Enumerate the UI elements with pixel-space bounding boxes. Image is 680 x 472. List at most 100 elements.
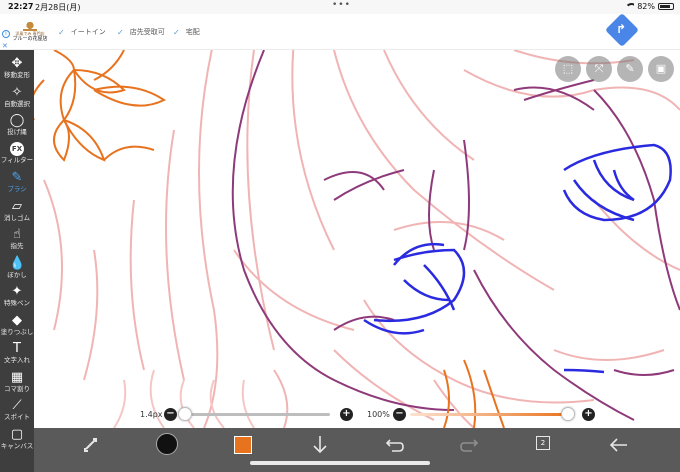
tool-label: フィルター	[0, 155, 34, 164]
bottom-toolbar: 2	[34, 428, 680, 472]
redo-button[interactable]	[458, 434, 480, 464]
brush-select-button[interactable]	[156, 433, 178, 455]
brush-size-plus-button[interactable]: +	[340, 408, 353, 421]
tool-lasso[interactable]: ◯ 投げ縄	[0, 111, 34, 142]
ad-feature-label: 店先受取可	[129, 28, 165, 36]
tool-label: 投げ縄	[7, 128, 27, 136]
tool-panel-divide[interactable]: ▦ コマ割り	[0, 368, 34, 399]
ad-feature-label: イートイン	[70, 28, 106, 36]
status-date: 2月28日(月)	[35, 3, 81, 12]
opacity-slider[interactable]	[410, 413, 570, 416]
transform-button[interactable]: ⤧	[586, 56, 612, 82]
tool-label: ブラシ	[7, 185, 27, 193]
tool-label: 文字入れ	[4, 356, 30, 364]
smudge-icon: ☝	[13, 227, 21, 242]
wifi-icon	[625, 3, 635, 10]
tool-smudge[interactable]: ☝ 指先	[0, 225, 34, 256]
directions-arrow-icon[interactable]: ↱	[616, 23, 626, 35]
brush-size-label: 1.4px	[140, 410, 163, 419]
opacity-slider-knob[interactable]	[561, 407, 575, 421]
tool-filter[interactable]: FX フィルター	[0, 140, 34, 171]
swap-colors-button[interactable]	[80, 434, 104, 464]
tool-label: スポイト	[4, 413, 30, 421]
panel-divide-icon: ▦	[10, 369, 24, 385]
import-button[interactable]	[310, 434, 330, 464]
status-time: 22:27	[8, 2, 34, 11]
tool-label: ぼかし	[7, 270, 27, 279]
brush-size-slider-knob[interactable]	[177, 407, 192, 421]
brush-icon: ✎	[625, 62, 635, 75]
image-icon: ▣	[655, 62, 667, 75]
canvas-artwork	[34, 50, 680, 428]
ad-feature-label: 宅配	[185, 28, 200, 36]
brush-size-minus-button[interactable]: −	[164, 408, 177, 421]
special-pen-icon: ✦	[11, 284, 23, 299]
canvas-icon: ▢	[10, 426, 24, 442]
text-icon: T	[13, 341, 21, 356]
purple-sketch-lines	[231, 50, 680, 421]
tool-label: 指先	[10, 242, 24, 250]
tool-label: コマ割り	[4, 384, 30, 393]
tool-label: キャンバス	[0, 441, 34, 450]
current-color-button[interactable]	[234, 436, 252, 454]
tool-fill[interactable]: ◆ 塗りつぶし	[0, 311, 34, 342]
tool-text[interactable]: T 文字入れ	[0, 339, 34, 370]
ad-close-icon[interactable]: ✕	[2, 42, 8, 50]
multitask-dots[interactable]: •••	[332, 0, 351, 10]
lasso-icon: ◯	[9, 113, 25, 128]
home-indicator[interactable]	[250, 461, 430, 465]
ad-feature-eat-in: ✓ イートイン	[58, 27, 106, 37]
tool-eraser[interactable]: ▱ 消しゴム	[0, 197, 34, 228]
filter-icon: FX	[10, 141, 24, 156]
undo-button[interactable]	[384, 434, 406, 464]
reference-image-button[interactable]: ▣	[648, 56, 674, 82]
ad-info-icon[interactable]: i	[2, 30, 10, 38]
ad-logo-mark	[23, 20, 37, 31]
opacity-label: 100%	[367, 410, 390, 419]
transform-icon: ⤧	[594, 62, 604, 75]
battery-percent: 82%	[637, 2, 655, 11]
selection-button[interactable]: ⬚	[555, 56, 581, 82]
tool-special-pen[interactable]: ✦ 特殊ペン	[0, 282, 34, 313]
drawing-canvas[interactable]	[34, 50, 680, 428]
auto-select-icon: ✧	[11, 84, 23, 100]
ad-banner[interactable]: i ✕ 洋風でみ 専門店 ブルーの花屋店 ✓ イートイン ✓ 店先受取可 ✓ 宅…	[0, 13, 680, 50]
tool-eyedropper[interactable]: ⟋ スポイト	[0, 396, 34, 427]
ad-feature-delivery: ✓ 宅配	[173, 27, 200, 37]
tool-sidebar: ✥ 移動変形 ✧ 自動選択 ◯ 投げ縄 FX フィルター ✎ ブラシ ▱ 消しゴム ☝ 指先 💧 ぼかし ✦ 特殊…	[0, 50, 34, 472]
blue-eye-lines	[363, 143, 672, 374]
swap-icon	[84, 438, 97, 452]
tool-auto-select[interactable]: ✧ 自動選択	[0, 83, 34, 114]
back-button[interactable]	[608, 434, 630, 464]
brush-icon: ✎	[11, 170, 23, 185]
ad-logo[interactable]: 洋風でみ 専門店 ブルーの花屋店	[12, 20, 48, 48]
tool-brush[interactable]: ✎ ブラシ	[0, 168, 34, 199]
tool-move-transform[interactable]: ✥ 移動変形	[0, 54, 34, 85]
opacity-plus-button[interactable]: +	[582, 408, 595, 421]
tool-label: 特殊ペン	[4, 299, 30, 307]
selection-icon: ⬚	[562, 62, 574, 75]
ad-logo-name: ブルーの花屋店	[12, 36, 48, 42]
tool-label: 移動変形	[4, 71, 30, 79]
check-icon: ✓	[58, 27, 65, 37]
layers-button[interactable]: 2	[536, 436, 555, 455]
check-icon: ✓	[117, 27, 124, 37]
brush-size-slider[interactable]	[182, 413, 330, 416]
check-icon: ✓	[173, 27, 180, 37]
undo-icon	[385, 439, 404, 452]
status-right: 82%	[625, 2, 674, 11]
brush-settings-button[interactable]: ✎	[617, 56, 643, 82]
tool-blur[interactable]: 💧 ぼかし	[0, 254, 34, 285]
eraser-icon: ▱	[12, 198, 22, 214]
hand-sketch	[443, 359, 505, 428]
opacity-minus-button[interactable]: −	[393, 408, 406, 421]
ad-feature-pickup: ✓ 店先受取可	[117, 27, 165, 37]
tool-label: 自動選択	[4, 99, 30, 108]
fill-icon: ◆	[12, 312, 22, 328]
tool-canvas[interactable]: ▢ キャンバス	[0, 425, 34, 456]
tool-label: 消しゴム	[4, 213, 30, 222]
redo-icon	[460, 439, 479, 452]
move-transform-icon: ✥	[11, 56, 23, 71]
app-root: 22:27 2月28日(月) ••• 82% i ✕ 洋風でみ 専門店 ブルーの…	[0, 0, 680, 472]
tool-label: 塗りつぶし	[0, 327, 34, 336]
